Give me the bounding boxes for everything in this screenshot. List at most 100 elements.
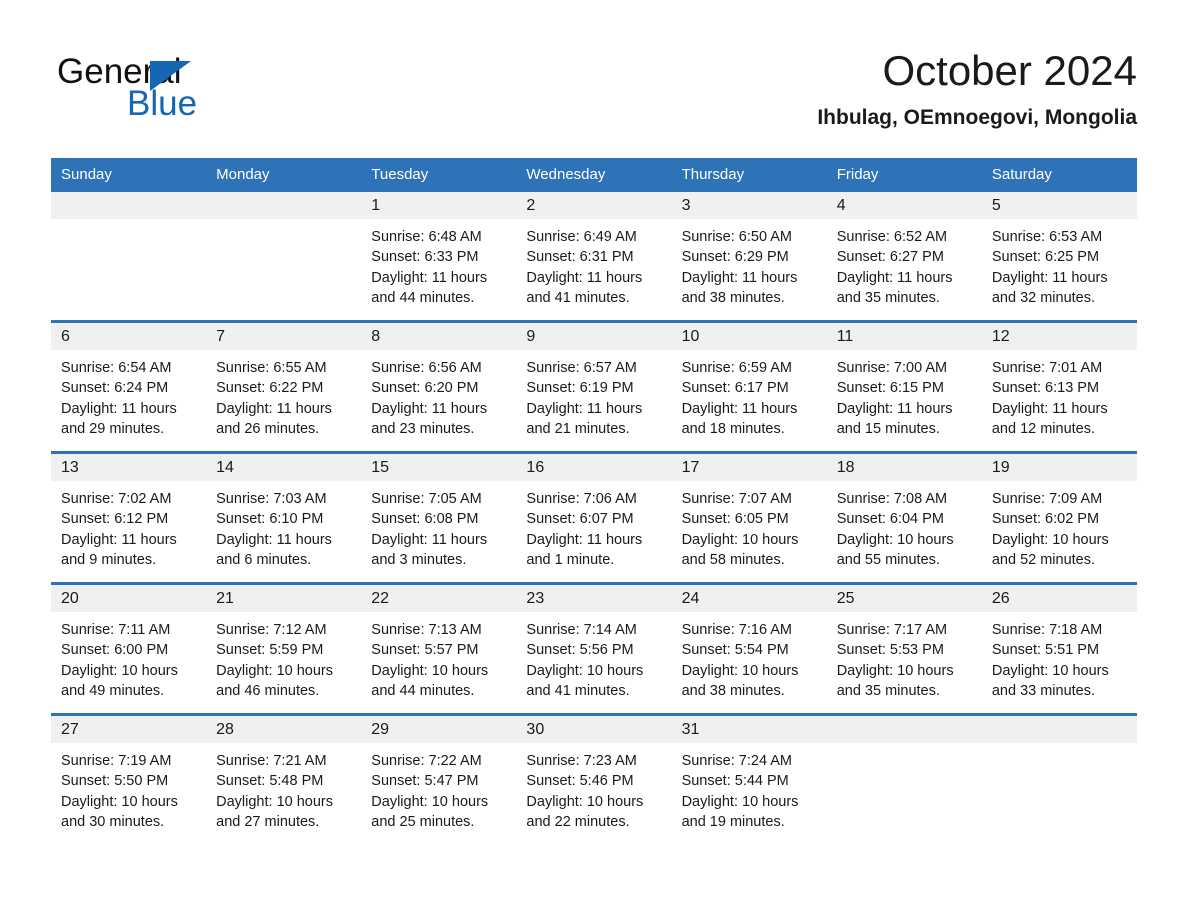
calendar-week-row: 6 Sunrise: 6:54 AM Sunset: 6:24 PM Daylight…: [51, 320, 1137, 453]
sunset-text: Sunset: 6:22 PM: [216, 380, 324, 397]
day-details: Sunrise: 7:23 AM Sunset: 5:46 PM Daylight:…: [516, 743, 671, 832]
calendar-day-cell[interactable]: 24 Sunrise: 7:16 AM Sunset: 5:54 PM Dayligh…: [671, 582, 827, 715]
calendar-day-cell[interactable]: 7 Sunrise: 6:55 AM Sunset: 6:22 PM Daylight…: [206, 320, 362, 453]
day-cell-inner: 9 Sunrise: 6:57 AM Sunset: 6:19 PM Daylight…: [516, 323, 672, 451]
calendar-day-cell[interactable]: 10 Sunrise: 6:59 AM Sunset: 6:17 PM Dayligh…: [671, 320, 827, 453]
day-number: 4: [826, 192, 982, 219]
calendar-day-cell[interactable]: 19 Sunrise: 7:09 AM Sunset: 6:02 PM Dayligh…: [981, 451, 1137, 584]
calendar-day-cell[interactable]: 4 Sunrise: 6:52 AM Sunset: 6:27 PM Daylight…: [826, 192, 982, 322]
daylight-text: Daylight: 11 hours and 15 minutes.: [836, 400, 953, 437]
day-number: 26: [981, 585, 1137, 612]
calendar-day-cell-empty: [981, 713, 1137, 844]
sunrise-sunset-calendar: Sunday Monday Tuesday Wednesday Thursday…: [51, 158, 1137, 844]
day-cell-inner: [826, 716, 982, 844]
calendar-day-cell[interactable]: 15 Sunrise: 7:05 AM Sunset: 6:08 PM Dayligh…: [361, 451, 517, 584]
sunrise-text: Sunrise: 7:05 AM: [371, 491, 482, 507]
calendar-day-cell[interactable]: 9 Sunrise: 6:57 AM Sunset: 6:19 PM Daylight…: [516, 320, 672, 453]
day-details: Sunrise: 6:55 AM Sunset: 6:22 PM Daylight:…: [206, 350, 361, 439]
calendar-body: 1 Sunrise: 6:48 AM Sunset: 6:33 PM Daylight…: [51, 192, 1137, 844]
day-number: 12: [981, 323, 1137, 350]
sunset-text: Sunset: 5:54 PM: [681, 642, 789, 659]
calendar-page: General Blue October 2024 Ihbulag, OEmno…: [0, 0, 1188, 918]
calendar-day-cell[interactable]: 2 Sunrise: 6:49 AM Sunset: 6:31 PM Daylight…: [516, 192, 672, 322]
daylight-text: Daylight: 10 hours and 22 minutes.: [526, 793, 644, 830]
day-details: Sunrise: 7:08 AM Sunset: 6:04 PM Daylight:…: [827, 481, 982, 570]
day-details: Sunrise: 7:24 AM Sunset: 5:44 PM Daylight:…: [672, 743, 827, 832]
daylight-text: Daylight: 11 hours and 26 minutes.: [216, 400, 332, 437]
calendar-day-cell[interactable]: 27 Sunrise: 7:19 AM Sunset: 5:50 PM Dayligh…: [51, 713, 207, 844]
calendar-day-cell[interactable]: 6 Sunrise: 6:54 AM Sunset: 6:24 PM Daylight…: [51, 320, 207, 453]
calendar-day-cell[interactable]: 16 Sunrise: 7:06 AM Sunset: 6:07 PM Dayligh…: [516, 451, 672, 584]
calendar-day-cell[interactable]: 28 Sunrise: 7:21 AM Sunset: 5:48 PM Dayligh…: [206, 713, 362, 844]
day-cell-inner: 26 Sunrise: 7:18 AM Sunset: 5:51 PM Dayligh…: [981, 585, 1137, 713]
day-details: Sunrise: 7:14 AM Sunset: 5:56 PM Daylight:…: [516, 612, 671, 701]
calendar-day-cell[interactable]: 21 Sunrise: 7:12 AM Sunset: 5:59 PM Dayligh…: [206, 582, 362, 715]
day-details: Sunrise: 7:17 AM Sunset: 5:53 PM Daylight:…: [827, 612, 982, 701]
day-number: 2: [516, 192, 672, 219]
day-number: 3: [671, 192, 827, 219]
day-details: Sunrise: 7:11 AM Sunset: 6:00 PM Daylight:…: [51, 612, 206, 701]
calendar-day-cell[interactable]: 1 Sunrise: 6:48 AM Sunset: 6:33 PM Daylight…: [361, 192, 517, 322]
daylight-text: Daylight: 11 hours and 35 minutes.: [836, 269, 953, 306]
calendar-day-cell[interactable]: 20 Sunrise: 7:11 AM Sunset: 6:00 PM Dayligh…: [51, 582, 207, 715]
calendar-day-cell[interactable]: 31 Sunrise: 7:24 AM Sunset: 5:44 PM Dayligh…: [671, 713, 827, 844]
calendar-day-cell[interactable]: 14 Sunrise: 7:03 AM Sunset: 6:10 PM Dayligh…: [206, 451, 362, 584]
sunrise-text: Sunrise: 6:54 AM: [61, 360, 172, 376]
calendar-day-cell[interactable]: 5 Sunrise: 6:53 AM Sunset: 6:25 PM Daylight…: [981, 192, 1137, 322]
day-details: Sunrise: 6:59 AM Sunset: 6:17 PM Daylight:…: [672, 350, 827, 439]
sunrise-text: Sunrise: 7:21 AM: [216, 753, 327, 769]
calendar-day-cell[interactable]: 23 Sunrise: 7:14 AM Sunset: 5:56 PM Dayligh…: [516, 582, 672, 715]
weekday-header-thursday: Thursday: [671, 158, 827, 192]
day-cell-inner: 7 Sunrise: 6:55 AM Sunset: 6:22 PM Daylight…: [206, 323, 362, 451]
calendar-day-cell[interactable]: 3 Sunrise: 6:50 AM Sunset: 6:29 PM Daylight…: [671, 192, 827, 322]
sunrise-text: Sunrise: 7:24 AM: [681, 753, 792, 769]
daylight-text: Daylight: 11 hours and 6 minutes.: [216, 531, 332, 568]
day-cell-inner: 2 Sunrise: 6:49 AM Sunset: 6:31 PM Daylight…: [516, 192, 672, 320]
day-cell-inner: 17 Sunrise: 7:07 AM Sunset: 6:05 PM Dayligh…: [671, 454, 827, 582]
sunset-text: Sunset: 6:10 PM: [216, 511, 324, 528]
calendar-day-cell[interactable]: 30 Sunrise: 7:23 AM Sunset: 5:46 PM Dayligh…: [516, 713, 672, 844]
daylight-text: Daylight: 11 hours and 1 minute.: [526, 531, 643, 568]
calendar-day-cell[interactable]: 22 Sunrise: 7:13 AM Sunset: 5:57 PM Dayligh…: [361, 582, 517, 715]
day-details: Sunrise: 6:48 AM Sunset: 6:33 PM Daylight:…: [361, 219, 516, 308]
day-cell-inner: 19 Sunrise: 7:09 AM Sunset: 6:02 PM Dayligh…: [981, 454, 1137, 582]
day-cell-inner: 6 Sunrise: 6:54 AM Sunset: 6:24 PM Daylight…: [51, 323, 207, 451]
day-number: 11: [826, 323, 982, 350]
calendar-day-cell[interactable]: 18 Sunrise: 7:08 AM Sunset: 6:04 PM Dayligh…: [826, 451, 982, 584]
sunrise-text: Sunrise: 7:14 AM: [526, 622, 637, 638]
daylight-text: Daylight: 11 hours and 29 minutes.: [61, 400, 177, 437]
day-number: 30: [516, 716, 672, 743]
day-details: Sunrise: 7:18 AM Sunset: 5:51 PM Daylight:…: [982, 612, 1137, 701]
calendar-day-cell[interactable]: 11 Sunrise: 7:00 AM Sunset: 6:15 PM Dayligh…: [826, 320, 982, 453]
sunset-text: Sunset: 6:15 PM: [836, 380, 944, 397]
day-cell-inner: 16 Sunrise: 7:06 AM Sunset: 6:07 PM Dayligh…: [516, 454, 672, 582]
daylight-text: Daylight: 11 hours and 38 minutes.: [681, 269, 798, 306]
calendar-day-cell-empty: [206, 192, 362, 322]
day-number: 7: [206, 323, 362, 350]
day-cell-inner: 22 Sunrise: 7:13 AM Sunset: 5:57 PM Dayligh…: [361, 585, 517, 713]
day-cell-inner: 12 Sunrise: 7:01 AM Sunset: 6:13 PM Dayligh…: [981, 323, 1137, 451]
sunset-text: Sunset: 6:20 PM: [371, 380, 479, 397]
day-details: Sunrise: 7:02 AM Sunset: 6:12 PM Daylight:…: [51, 481, 206, 570]
calendar-day-cell[interactable]: 25 Sunrise: 7:17 AM Sunset: 5:53 PM Dayligh…: [826, 582, 982, 715]
day-number: 28: [206, 716, 362, 743]
calendar-week-row: 1 Sunrise: 6:48 AM Sunset: 6:33 PM Daylight…: [51, 192, 1137, 322]
day-cell-inner: 30 Sunrise: 7:23 AM Sunset: 5:46 PM Dayligh…: [516, 716, 672, 844]
calendar-day-cell[interactable]: 12 Sunrise: 7:01 AM Sunset: 6:13 PM Dayligh…: [981, 320, 1137, 453]
day-cell-inner: [51, 192, 207, 320]
calendar-day-cell[interactable]: 8 Sunrise: 6:56 AM Sunset: 6:20 PM Daylight…: [361, 320, 517, 453]
generalblue-logo[interactable]: General Blue: [57, 52, 377, 132]
sunrise-text: Sunrise: 7:22 AM: [371, 753, 482, 769]
sunset-text: Sunset: 5:48 PM: [216, 773, 324, 790]
sunrise-text: Sunrise: 7:18 AM: [991, 622, 1103, 638]
calendar-day-cell[interactable]: 17 Sunrise: 7:07 AM Sunset: 6:05 PM Dayligh…: [671, 451, 827, 584]
calendar-day-cell[interactable]: 13 Sunrise: 7:02 AM Sunset: 6:12 PM Dayligh…: [51, 451, 207, 584]
day-details: Sunrise: 7:09 AM Sunset: 6:02 PM Daylight:…: [982, 481, 1137, 570]
daylight-text: Daylight: 10 hours and 25 minutes.: [371, 793, 489, 830]
sunrise-text: Sunrise: 7:13 AM: [371, 622, 482, 638]
day-cell-inner: 20 Sunrise: 7:11 AM Sunset: 6:00 PM Dayligh…: [51, 585, 207, 713]
day-cell-inner: 8 Sunrise: 6:56 AM Sunset: 6:20 PM Daylight…: [361, 323, 517, 451]
sunrise-text: Sunrise: 7:00 AM: [836, 360, 948, 376]
calendar-day-cell[interactable]: 29 Sunrise: 7:22 AM Sunset: 5:47 PM Dayligh…: [361, 713, 517, 844]
calendar-day-cell[interactable]: 26 Sunrise: 7:18 AM Sunset: 5:51 PM Dayligh…: [981, 582, 1137, 715]
